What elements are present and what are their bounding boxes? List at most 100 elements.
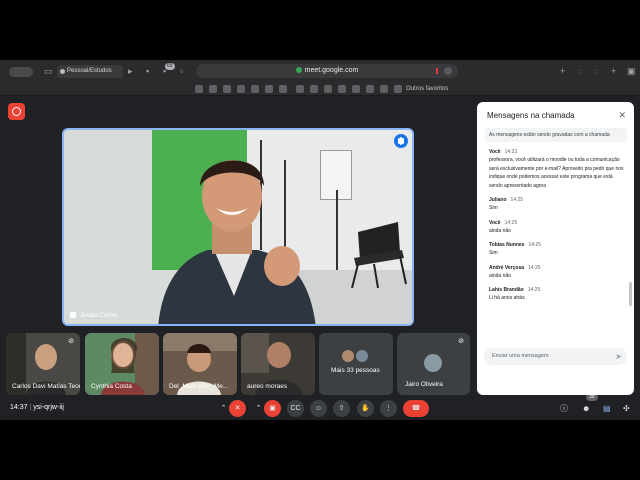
bookmark-icon[interactable] [310, 85, 318, 93]
participant-tile[interactable]: Cynthia Costa [85, 333, 159, 395]
participant-tile[interactable]: aureo moraes [241, 333, 315, 395]
other-bookmarks[interactable]: Outros favoritos [406, 84, 448, 94]
bookmark-icon[interactable] [296, 85, 304, 93]
message-text: professora, você utilizará o moodle ou t… [489, 157, 624, 189]
more-participants-label: Mais 33 pessoas [331, 367, 380, 374]
main-speaker-name: Jonata Carriel [70, 312, 117, 320]
screen: ▭ Pessoal/Estudos ▸ ▪ ▪ 65 ▫ meet.google… [0, 0, 640, 480]
audio-activity-icon [394, 134, 408, 148]
participant-name: Cynthia Costa [91, 383, 132, 390]
captions-button[interactable]: CC [287, 400, 304, 417]
message-time: 14:25 [504, 219, 518, 226]
participant-tile[interactable]: Del_Melo (Del_Me... [163, 333, 237, 395]
video-options-icon[interactable]: ⌃ [254, 400, 263, 417]
close-icon[interactable]: ✕ [618, 110, 626, 120]
bookmark-icon[interactable] [279, 85, 287, 93]
plus-icon[interactable]: + [611, 65, 616, 77]
people-icon[interactable]: ☻ [582, 404, 590, 414]
activities-icon[interactable]: ✣ [623, 404, 630, 414]
main-speaker-video[interactable]: Jonata Carriel [62, 128, 414, 326]
bookmark-icon[interactable] [265, 85, 273, 93]
speaker-figure [158, 160, 316, 324]
profile-icon [60, 69, 65, 74]
new-tab-icon[interactable]: + [560, 65, 565, 77]
meeting-control-bar: 14:37 | ysi-qrjw-iij ⌃ ✕ ⌃ ▣ CC ☺ ⇧ ✋ ⋮ … [0, 393, 640, 420]
chat-title: Mensagens na chamada [487, 111, 575, 120]
raise-hand-button[interactable]: ✋ [357, 400, 374, 417]
avatar [355, 349, 369, 363]
message-time: 14:23 [504, 149, 518, 155]
message-author: Tobias Nunnes [489, 242, 525, 248]
camera-off-button[interactable]: ▣ [264, 400, 281, 417]
audio-options-icon[interactable]: ⌃ [219, 400, 228, 417]
participant-name: Del_Melo (Del_Me... [169, 383, 229, 390]
message-list[interactable]: Você 14:23 professora, você utilizará o m… [489, 148, 625, 344]
bookmark-icon[interactable] [251, 85, 259, 93]
bookmark-icon[interactable] [209, 85, 217, 93]
sidebar-icon[interactable]: ▭ [44, 65, 53, 77]
recording-note: As mensagens estão sendo gravadas com a … [485, 128, 627, 142]
more-participants-tile[interactable]: Mais 33 pessoas [319, 333, 393, 395]
browser-window: ▭ Pessoal/Estudos ▸ ▪ ▪ 65 ▫ meet.google… [0, 60, 640, 420]
chat-icon[interactable]: ▤ [603, 404, 611, 414]
chat-message: Tobias Nunnes 14:25 Sim [489, 241, 625, 258]
download-icon[interactable]: ◌ [577, 65, 582, 77]
bookmark-icon[interactable] [352, 85, 360, 93]
chat-message: André Verçosa 14:25 ainda não [489, 264, 625, 281]
message-text: Sim [489, 250, 498, 256]
address-bar[interactable]: meet.google.com [196, 64, 458, 78]
tabs-icon[interactable]: ▣ [627, 65, 636, 77]
tab-overview-icon[interactable]: ▸ [128, 65, 133, 77]
message-text: ainda não [489, 272, 511, 279]
bookmark-icon[interactable] [223, 85, 231, 93]
share-icon[interactable]: ◌ [594, 65, 599, 77]
emoji-button[interactable]: ☺ [310, 400, 327, 417]
browser-toolbar: ▭ Pessoal/Estudos ▸ ▪ ▪ 65 ▫ meet.google… [0, 60, 640, 82]
message-time: 14:25 [528, 242, 541, 248]
participant-name: Carlos Davi Matias Teodoro Cestar [12, 383, 80, 390]
message-author: Você [489, 149, 501, 155]
bookmark-icon[interactable] [237, 85, 245, 93]
extension-icon[interactable]: ▫ [180, 65, 183, 77]
url-text: meet.google.com [304, 67, 359, 74]
message-time: 14:25 [510, 197, 524, 203]
participant-name: aureo moraes [247, 383, 288, 390]
meeting-info: 14:37 | ysi-qrjw-iij [10, 403, 64, 413]
leave-call-button[interactable]: ☎ [403, 400, 429, 417]
chat-message: Juliano 14:25 Sim [489, 196, 625, 213]
send-icon[interactable]: ➤ [615, 348, 622, 365]
more-icon[interactable] [444, 67, 452, 75]
chat-message: Lahis Brandão 14:25 Li há anos atrás [489, 286, 625, 303]
message-text: Sim [489, 205, 498, 211]
message-input[interactable]: Enviar uma mensagem ➤ [484, 348, 627, 365]
profile-tab-group[interactable]: Pessoal/Estudos [57, 65, 123, 78]
microphone-off-button[interactable]: ✕ [229, 400, 246, 417]
window-controls[interactable] [9, 67, 33, 77]
folder-icon [394, 85, 402, 93]
chat-scrollbar[interactable] [629, 282, 632, 306]
meeting-time: 14:37 [10, 404, 28, 411]
pin-icon[interactable] [70, 312, 76, 318]
bookmarks-bar: Outros favoritos [0, 82, 640, 96]
info-icon[interactable]: ⓘ [560, 404, 568, 414]
participant-name: Jairo Oliveira [405, 381, 443, 388]
meeting-code: ysi-qrjw-iij [33, 404, 64, 411]
recording-indicator-icon [436, 68, 438, 74]
document-icon[interactable]: ▪ [146, 65, 149, 77]
participant-tile[interactable]: ⊘ Carlos Davi Matias Teodoro Cestar [6, 333, 80, 395]
meet-favicon-icon [295, 67, 302, 73]
more-options-button[interactable]: ⋮ [380, 400, 397, 417]
light-stand [336, 190, 338, 270]
message-time: 14:25 [528, 264, 541, 271]
message-author: Juliano [489, 197, 507, 203]
bookmark-icon[interactable] [195, 85, 203, 93]
participant-tile[interactable]: ⊘ Jairo Oliveira [397, 333, 470, 395]
bookmark-icon[interactable] [324, 85, 332, 93]
message-input-placeholder: Enviar uma mensagem [492, 353, 549, 359]
bookmark-icon[interactable] [366, 85, 374, 93]
recording-icon[interactable] [8, 103, 25, 120]
bookmark-icon[interactable] [338, 85, 346, 93]
bookmark-icon[interactable] [380, 85, 388, 93]
message-author: André Verçosa [489, 264, 525, 271]
present-button[interactable]: ⇧ [333, 400, 350, 417]
